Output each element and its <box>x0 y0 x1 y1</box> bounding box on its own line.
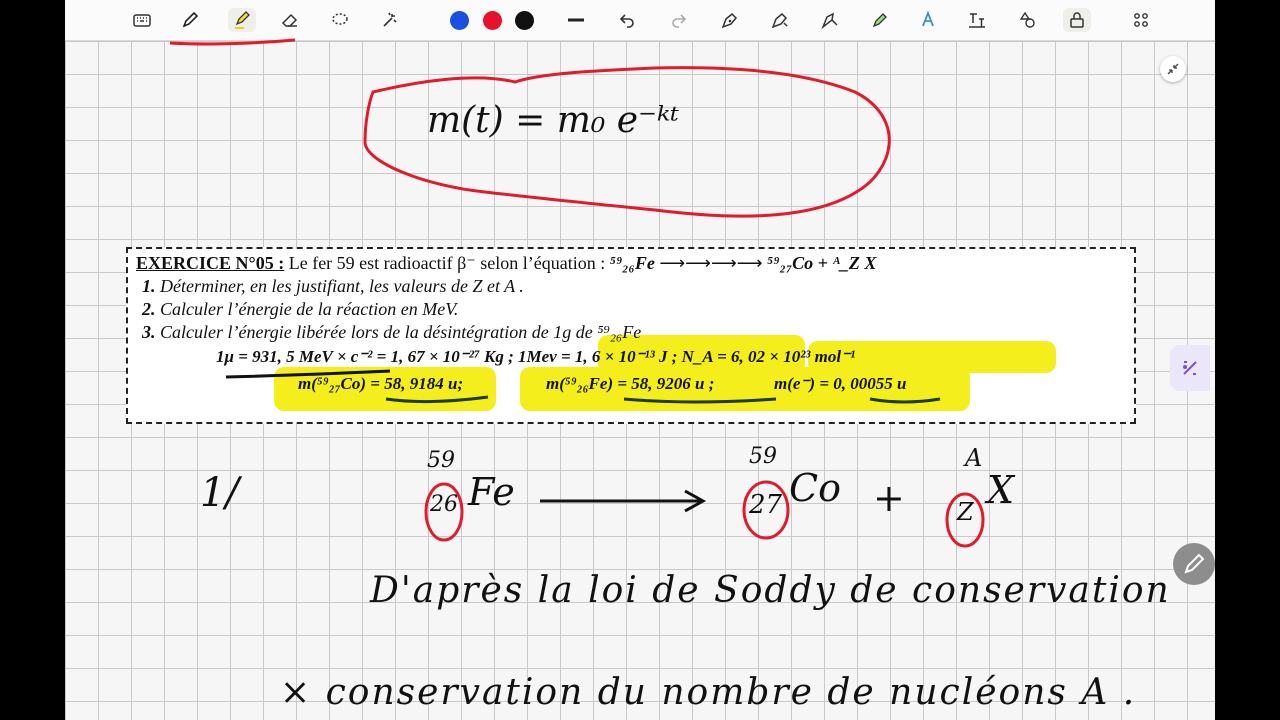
highlighter-icon[interactable] <box>228 8 256 32</box>
lock-icon[interactable] <box>1063 8 1091 32</box>
collapse-icon[interactable] <box>1160 56 1186 82</box>
color-red[interactable] <box>483 11 502 30</box>
magic-icon[interactable] <box>378 8 402 32</box>
highlighter-pen-icon[interactable] <box>868 8 892 32</box>
text-box-icon[interactable] <box>965 8 989 32</box>
apps-icon[interactable] <box>1129 8 1153 32</box>
ink-underlines <box>225 369 941 404</box>
keyboard-icon[interactable] <box>130 8 154 32</box>
pointer-icon[interactable] <box>818 8 842 32</box>
red-circles <box>424 480 985 548</box>
eraser-icon[interactable] <box>278 8 302 32</box>
sentence-2: × conservation du nombre de nucléons A . <box>280 672 1137 713</box>
stroke-width-icon[interactable] <box>563 8 589 32</box>
red-stroke <box>169 38 296 46</box>
color-black[interactable] <box>515 11 534 30</box>
color-blue[interactable] <box>450 11 469 30</box>
sentence-1: D'après la loi de Soddy de conservation <box>370 570 1171 611</box>
undo-icon[interactable] <box>615 8 639 32</box>
item-number: 1/ <box>200 470 239 516</box>
exercise-box: EXERCICE N°05 : Le fer 59 est radioactif… <box>126 247 1136 424</box>
shapes-icon[interactable] <box>1015 8 1039 32</box>
text-icon[interactable] <box>916 8 940 32</box>
toolbar <box>65 0 1215 41</box>
redo-icon[interactable] <box>667 8 691 32</box>
formula-text: m(t) = m₀ e⁻ᵏᵗ <box>427 100 680 141</box>
notebook-page[interactable]: m(t) = m₀ e⁻ᵏᵗ EXERCICE N°05 : Le fer 59… <box>65 0 1215 720</box>
side-panel-button[interactable] <box>1170 345 1210 391</box>
shape-pen-icon[interactable] <box>718 8 742 32</box>
shape-recognizer-icon[interactable] <box>768 8 792 32</box>
pen-icon[interactable] <box>178 8 202 32</box>
formula-loop <box>363 66 891 218</box>
lasso-icon[interactable] <box>328 8 352 32</box>
edit-pencil-icon[interactable] <box>1173 543 1215 585</box>
